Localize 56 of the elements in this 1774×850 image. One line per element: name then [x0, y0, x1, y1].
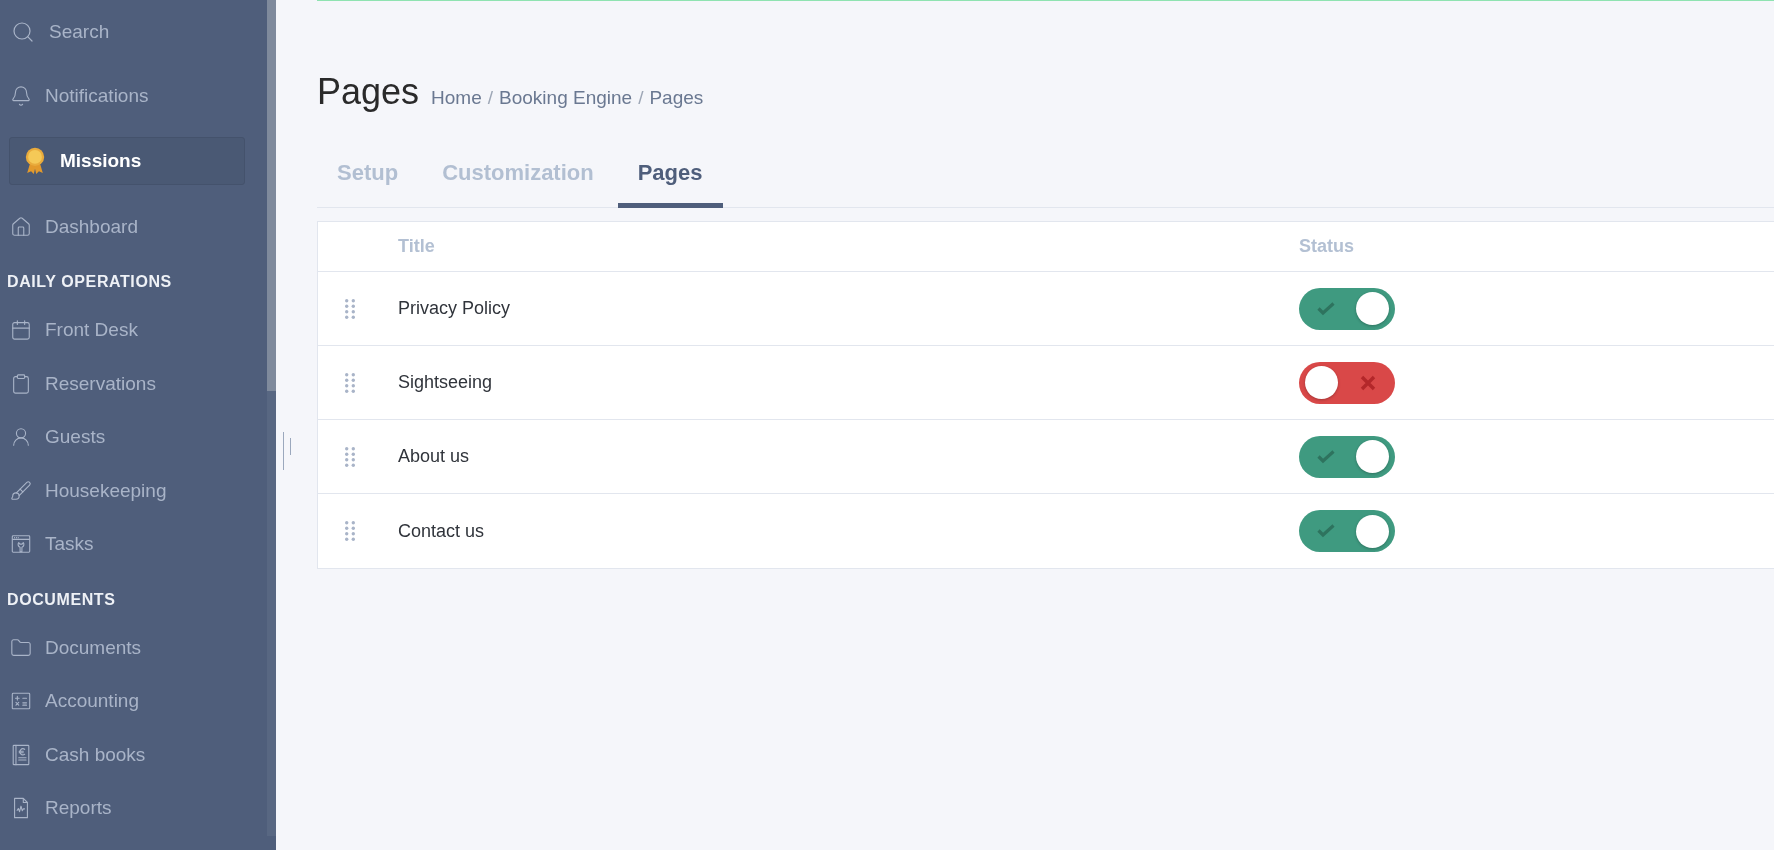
status-toggle[interactable] — [1299, 510, 1395, 552]
search-link[interactable]: Search — [0, 0, 267, 64]
section-heading: DOCUMENTS — [7, 590, 116, 610]
window-wrench-icon — [10, 533, 32, 556]
page-title-cell: Privacy Policy — [398, 298, 511, 318]
house-icon — [10, 215, 32, 238]
column-header: Status — [1299, 236, 1354, 256]
breadcrumb-link[interactable]: Home — [431, 84, 482, 113]
check-icon — [1317, 301, 1335, 316]
check-icon — [1317, 524, 1335, 538]
drag-handle-icon[interactable] — [345, 446, 355, 467]
resize-handle-icon[interactable] — [283, 432, 291, 470]
clipboard-icon — [10, 372, 32, 395]
breadcrumb-link[interactable]: Pages — [649, 84, 704, 113]
nav-item[interactable]: Notifications — [0, 64, 267, 128]
nav-item[interactable]: Cash books — [0, 728, 267, 782]
page-title-cell: About us — [398, 446, 470, 466]
missions-button[interactable]: Missions — [9, 137, 245, 185]
euro-book-icon — [10, 743, 32, 766]
status-toggle[interactable] — [1299, 361, 1395, 404]
page-title-cell: Contact us — [398, 520, 485, 541]
nav-item[interactable]: Documents — [0, 621, 267, 675]
nav-item[interactable]: Tasks — [0, 517, 267, 571]
tab[interactable]: Pages — [617, 138, 723, 208]
person-icon — [10, 426, 32, 449]
scrollbar[interactable] — [267, 0, 276, 836]
column-header: Title — [398, 236, 435, 256]
nav-item[interactable]: Reservations — [0, 357, 267, 411]
bell-icon — [10, 85, 32, 107]
brush-icon — [10, 479, 32, 502]
tab[interactable]: Setup — [317, 138, 419, 208]
status-toggle[interactable] — [1299, 287, 1395, 330]
status-toggle[interactable] — [1299, 435, 1395, 478]
section-heading: DAILY OPERATIONS — [7, 271, 172, 292]
medal-icon — [24, 146, 46, 176]
nav-item[interactable]: Housekeeping — [0, 464, 267, 518]
nav-item[interactable]: Dashboard — [0, 200, 267, 254]
drag-handle-icon[interactable] — [345, 298, 355, 319]
drag-handle-icon[interactable] — [345, 372, 355, 393]
nav-item[interactable]: Guests — [0, 410, 267, 464]
page-title: Pages — [317, 70, 420, 114]
drag-handle-icon[interactable] — [345, 521, 355, 541]
folder-icon — [10, 636, 32, 659]
breadcrumb-separator: / — [638, 86, 644, 110]
page-title-cell: Sightseeing — [398, 372, 493, 392]
calendar-icon — [10, 319, 32, 342]
breadcrumb-separator: / — [487, 86, 494, 110]
breadcrumb-link[interactable]: Booking Engine — [499, 84, 633, 113]
search-icon — [11, 20, 35, 44]
nav-item[interactable]: Reports — [0, 781, 267, 835]
tab[interactable]: Customization — [422, 138, 614, 208]
nav-item[interactable]: Accounting — [0, 674, 267, 728]
scrollbar-thumb[interactable] — [267, 0, 276, 391]
cross-icon — [1360, 374, 1376, 391]
check-icon — [1317, 449, 1335, 464]
nav-item[interactable]: Front Desk — [0, 303, 267, 357]
